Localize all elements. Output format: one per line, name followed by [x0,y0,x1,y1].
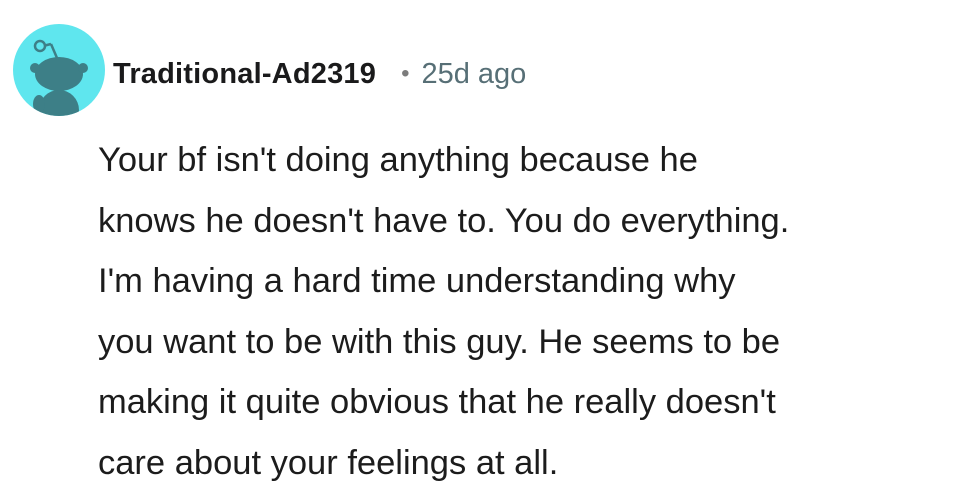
snoo-avatar-icon [30,39,88,116]
comment-header: Traditional-Ad2319 • 25d ago [113,54,526,94]
username-link[interactable]: Traditional-Ad2319 [113,58,376,91]
comment-body: Your bf isn't doing anything because he … [98,141,790,482]
comment: Traditional-Ad2319 • 25d ago Your bf isn… [0,0,969,498]
user-avatar[interactable] [13,24,105,116]
separator-dot: • [401,60,410,87]
comment-timestamp[interactable]: 25d ago [421,58,526,91]
